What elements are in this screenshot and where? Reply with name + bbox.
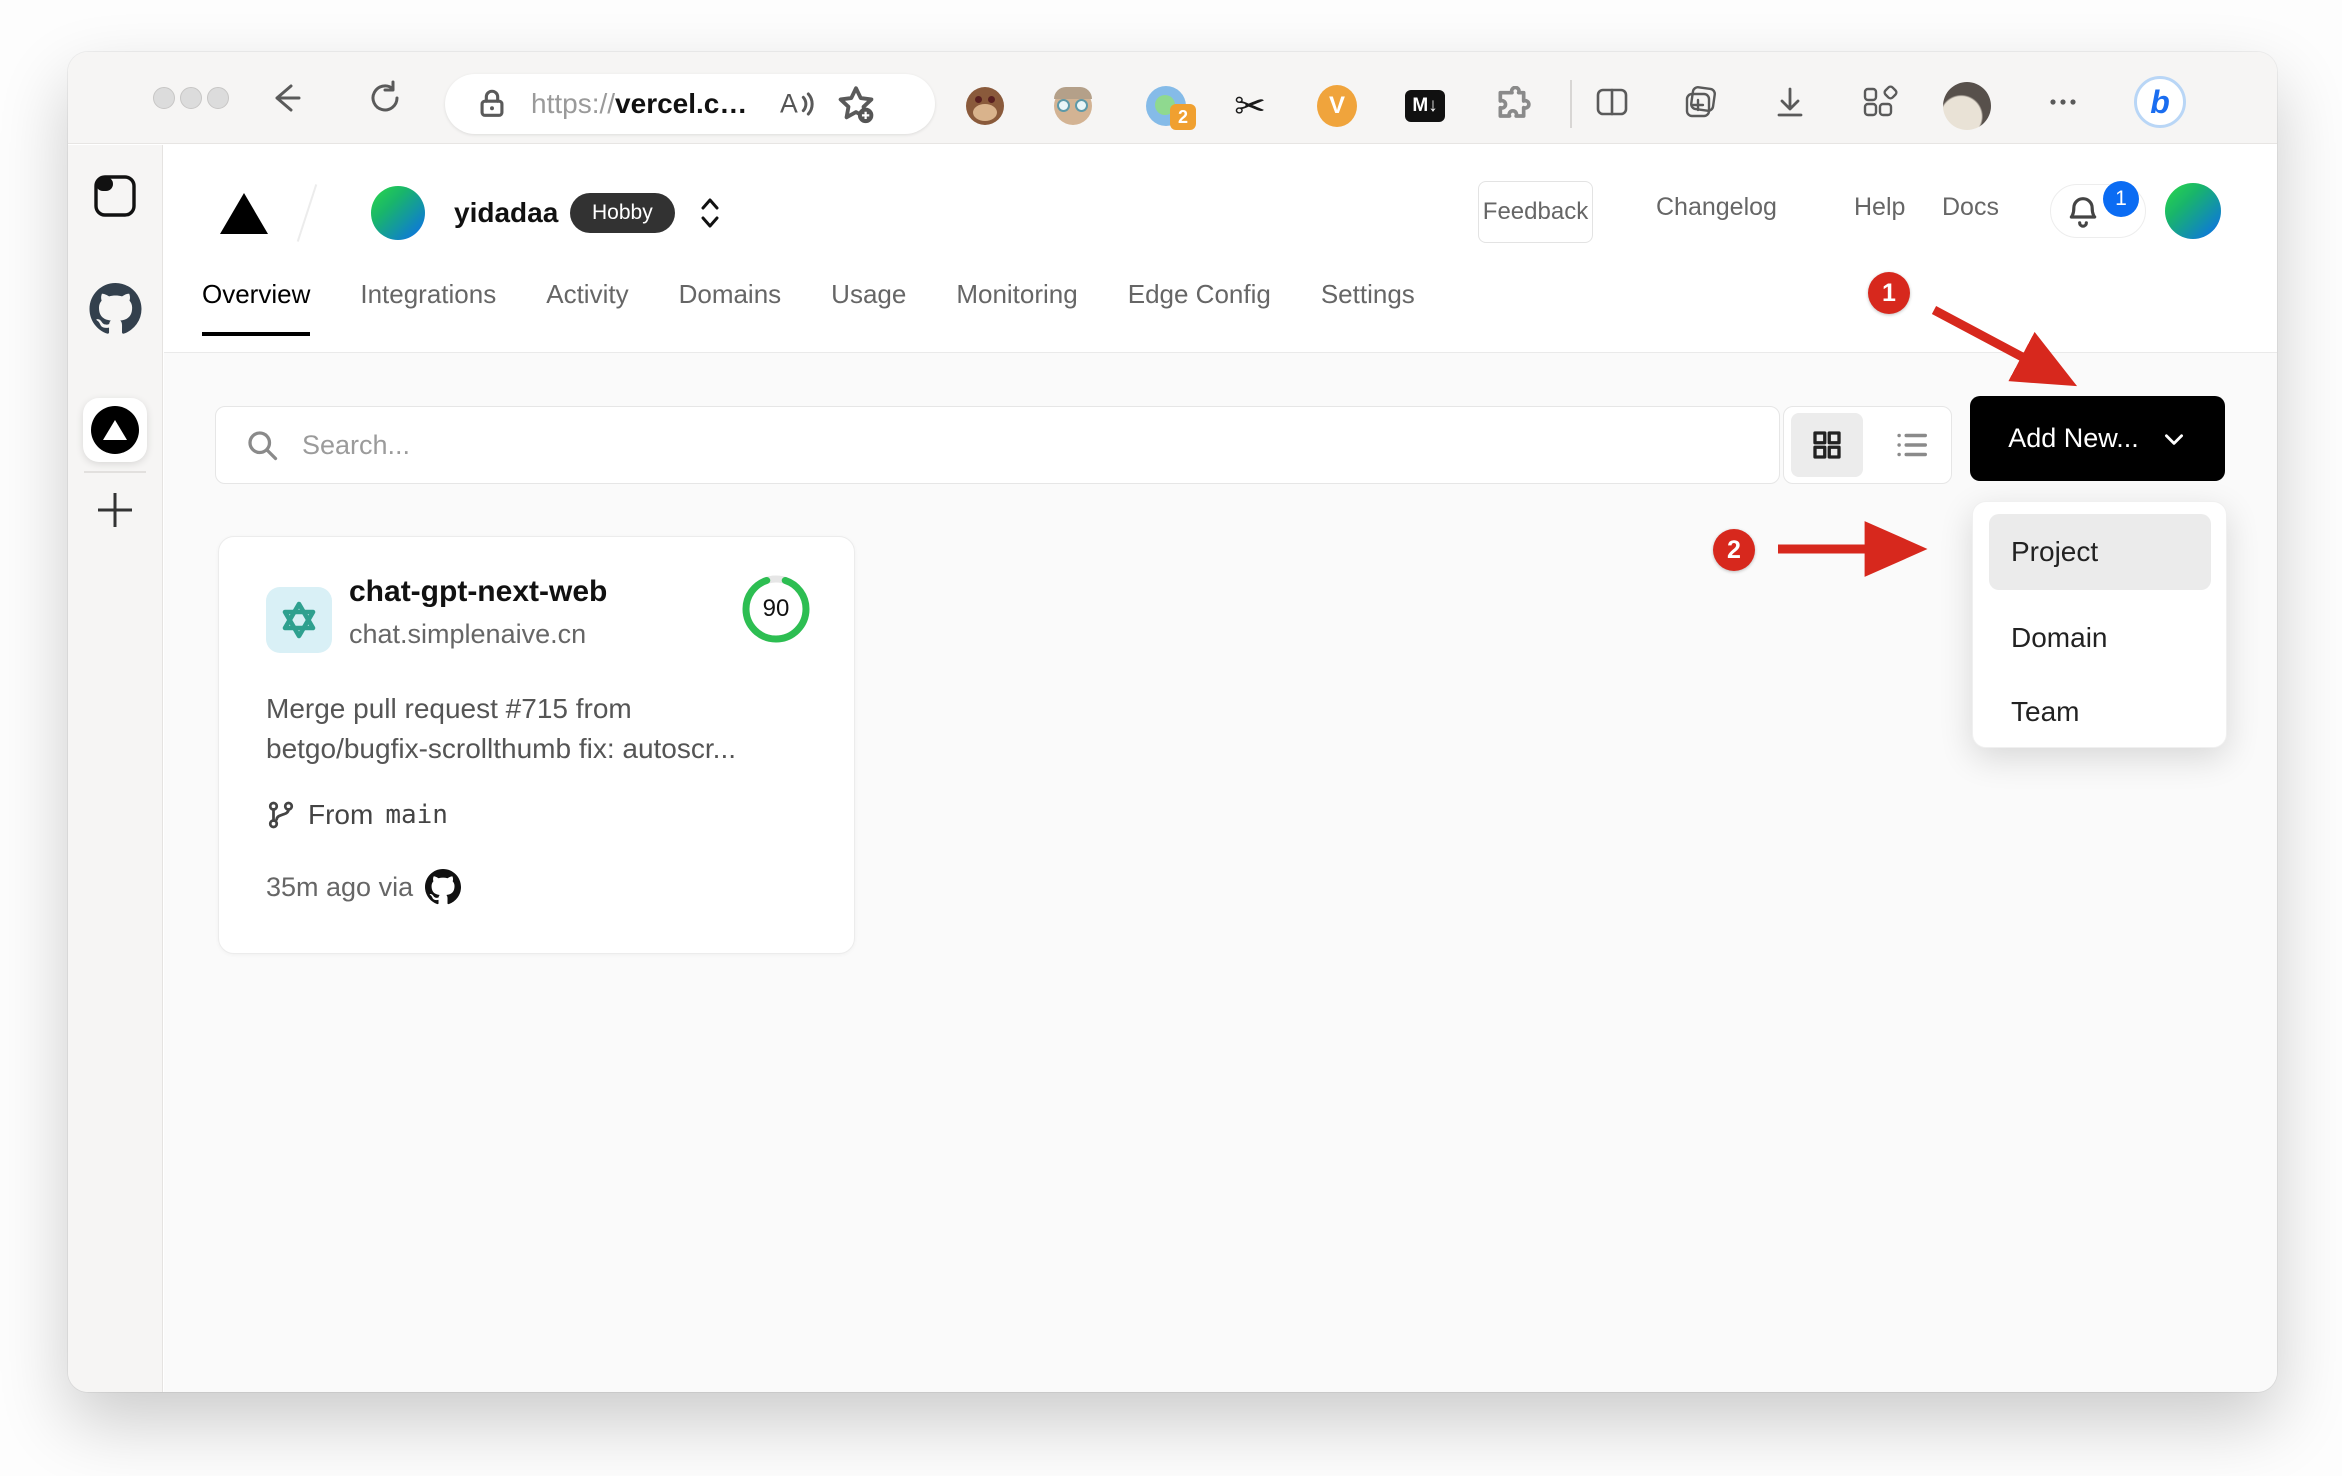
- tab-domains[interactable]: Domains: [679, 279, 782, 336]
- browser-window: https://vercel.c… A 2 ✂ V M↓ b yidadaa H…: [68, 52, 2277, 1392]
- vercel-tab-icon: [91, 406, 139, 454]
- project-search[interactable]: [215, 406, 1780, 484]
- tab-activity[interactable]: Activity: [546, 279, 628, 336]
- vercel-tab-active[interactable]: [83, 398, 147, 462]
- docs-link[interactable]: Docs: [1942, 193, 1999, 222]
- vercel-logo[interactable]: [220, 193, 268, 234]
- git-branch-icon: [268, 801, 294, 829]
- project-card[interactable]: chat-gpt-next-web chat.simplenaive.cn 90…: [218, 536, 855, 954]
- search-input[interactable]: [302, 429, 1779, 461]
- url-host: vercel.c…: [615, 88, 748, 119]
- persona-extension-icon[interactable]: [1053, 86, 1093, 126]
- team-switcher-icon[interactable]: [692, 191, 728, 235]
- commit-line-1: Merge pull request #715 from: [266, 693, 632, 724]
- bell-icon: [2069, 197, 2097, 228]
- branch-row: From main: [266, 799, 448, 831]
- commit-message: Merge pull request #715 from betgo/bugfi…: [266, 689, 811, 769]
- video-helper-extension-icon[interactable]: V: [1317, 85, 1357, 127]
- add-to-collection-icon[interactable]: [1680, 82, 1720, 122]
- favorite-star-icon[interactable]: [835, 83, 877, 125]
- collections-icon[interactable]: [1858, 82, 1898, 122]
- close-window-button[interactable]: [153, 87, 175, 109]
- dropdown-item-team[interactable]: Team: [1989, 680, 2211, 744]
- list-view-icon: [1897, 433, 1927, 457]
- vercel-page: yidadaa Hobby Feedback Changelog Help Do…: [164, 145, 2277, 1392]
- sidebar-divider: [84, 471, 146, 473]
- proxy-extension-icon[interactable]: 2: [1146, 86, 1196, 130]
- list-view-button[interactable]: [1876, 413, 1946, 477]
- score-ring[interactable]: 90: [740, 573, 812, 645]
- nav-tabs: Overview Integrations Activity Domains U…: [202, 279, 1415, 336]
- tab-overview[interactable]: Overview: [202, 279, 311, 336]
- dropdown-item-domain[interactable]: Domain: [1989, 606, 2211, 670]
- scissors-extension-icon[interactable]: ✂: [1230, 86, 1270, 128]
- new-tab-plus-icon[interactable]: [68, 487, 163, 533]
- monkey-extension-icon[interactable]: [965, 86, 1005, 126]
- sidebar-panel-icon[interactable]: [68, 173, 163, 219]
- annotation-badge-1: 1: [1868, 272, 1910, 314]
- tab-monitoring[interactable]: Monitoring: [956, 279, 1077, 336]
- split-screen-icon[interactable]: [1592, 82, 1632, 122]
- read-aloud-icon[interactable]: A: [775, 84, 815, 124]
- annotation-badge-2: 2: [1713, 529, 1755, 571]
- breadcrumb-slash: [296, 184, 318, 242]
- browser-sidebar: [68, 145, 163, 1392]
- dropdown-item-project[interactable]: Project: [1989, 514, 2211, 590]
- zoom-window-button[interactable]: [207, 87, 229, 109]
- add-new-dropdown: Project Domain Team: [1972, 501, 2227, 748]
- github-icon: [425, 869, 462, 905]
- url-text: https://vercel.c…: [531, 88, 747, 120]
- help-link[interactable]: Help: [1854, 193, 1905, 222]
- project-name[interactable]: chat-gpt-next-web: [349, 575, 607, 609]
- project-favicon: [266, 587, 332, 653]
- grid-view-icon: [1813, 431, 1841, 459]
- account-avatar[interactable]: [2165, 183, 2221, 239]
- add-new-label: Add New...: [2008, 423, 2139, 453]
- add-new-button[interactable]: Add New...: [1970, 396, 2225, 481]
- view-toggle: [1783, 406, 1952, 484]
- lock-icon: [480, 89, 504, 117]
- minimize-window-button[interactable]: [180, 87, 202, 109]
- chevron-down-icon: [2164, 433, 2183, 445]
- team-avatar[interactable]: [371, 186, 425, 240]
- refresh-icon[interactable]: [365, 78, 405, 118]
- url-scheme: https://: [531, 88, 616, 119]
- deploy-time: 35m ago via: [266, 871, 414, 902]
- extensions-puzzle-icon[interactable]: [1492, 86, 1532, 126]
- openai-logo-icon: [282, 601, 316, 639]
- github-sidebar-icon[interactable]: [68, 283, 163, 335]
- profile-avatar[interactable]: [1943, 82, 1991, 130]
- desktop-background: https://vercel.c… A 2 ✂ V M↓ b yidadaa H…: [0, 0, 2342, 1476]
- vercel-header: yidadaa Hobby Feedback Changelog Help Do…: [164, 145, 2277, 353]
- markdown-download-extension-icon[interactable]: M↓: [1405, 86, 1445, 126]
- downloads-icon[interactable]: [1770, 82, 1810, 122]
- tab-edge-config[interactable]: Edge Config: [1128, 279, 1271, 336]
- proxy-extension-badge: 2: [1170, 104, 1196, 130]
- feedback-button[interactable]: Feedback: [1478, 181, 1593, 243]
- notification-count-badge: 1: [2103, 181, 2139, 217]
- tab-usage[interactable]: Usage: [831, 279, 906, 336]
- plan-badge: Hobby: [570, 193, 675, 233]
- score-value: 90: [762, 595, 790, 622]
- grid-view-button[interactable]: [1791, 413, 1863, 477]
- back-icon[interactable]: [265, 78, 305, 118]
- tab-settings[interactable]: Settings: [1321, 279, 1415, 336]
- changelog-link[interactable]: Changelog: [1656, 193, 1777, 222]
- address-bar[interactable]: https://vercel.c… A: [445, 74, 935, 134]
- team-name: yidadaa: [454, 197, 559, 228]
- commit-line-2: betgo/bugfix-scrollthumb fix: autoscr...: [266, 733, 736, 764]
- tab-integrations[interactable]: Integrations: [360, 279, 496, 336]
- branch-prefix: From: [308, 799, 374, 830]
- project-domain[interactable]: chat.simplenaive.cn: [349, 619, 586, 650]
- toolbar-divider: [1570, 80, 1572, 128]
- notifications-button[interactable]: 1: [2050, 181, 2146, 238]
- svg-text:A: A: [780, 88, 798, 118]
- branch-name: main: [385, 800, 448, 830]
- more-options-icon[interactable]: [2043, 82, 2083, 122]
- browser-toolbar: https://vercel.c… A 2 ✂ V M↓ b: [68, 52, 2277, 144]
- deployment-meta: 35m ago via: [266, 869, 462, 905]
- search-icon: [248, 431, 278, 461]
- bing-chat-icon[interactable]: b: [2134, 76, 2186, 128]
